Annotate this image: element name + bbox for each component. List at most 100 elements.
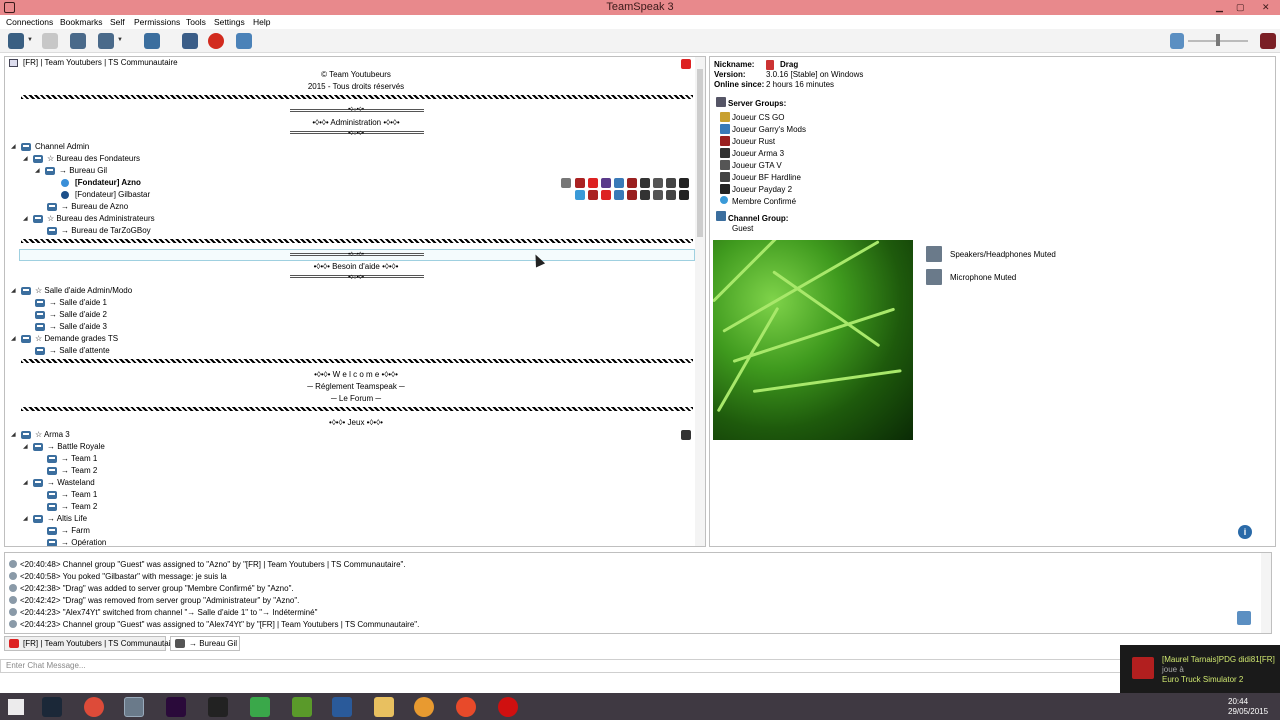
contacts-icon[interactable]: [182, 33, 198, 49]
channel-icon: [21, 143, 31, 151]
spacer-forum[interactable]: ─ Le Forum ─: [5, 393, 705, 405]
expand-icon[interactable]: ◢: [23, 477, 28, 489]
translate-icon[interactable]: [1237, 611, 1251, 625]
video-editor-icon[interactable]: [208, 697, 228, 717]
microphone-muted-icon: [926, 269, 942, 285]
banner-ornament: •◊○•◊•: [348, 131, 364, 137]
banner-ornament: •◊○•◊•: [348, 107, 364, 113]
nickname-value: Drag: [780, 60, 799, 69]
channel-icon: [21, 335, 31, 343]
group-badge-icon: [653, 190, 663, 200]
server-group: Membre Confirmé: [732, 197, 797, 206]
title-bar: TeamSpeak 3 ▁ ▢ ✕: [0, 0, 1280, 15]
mute-speakers-icon[interactable]: [98, 33, 114, 49]
minimize-icon[interactable]: ▁: [1216, 2, 1223, 13]
bookmark-icon[interactable]: [208, 33, 224, 49]
spacer-jeux[interactable]: •◊•◊• Jeux •◊•◊•: [5, 417, 705, 429]
info-icon: [9, 608, 17, 616]
expand-icon[interactable]: ◢: [11, 285, 16, 297]
teamspeak-taskbar-icon[interactable]: [124, 697, 144, 717]
group-badge-icon: [640, 178, 650, 188]
server-group: Joueur Arma 3: [732, 149, 785, 158]
menu-connections[interactable]: Connections: [6, 17, 53, 27]
add-bookmark-icon[interactable]: [236, 33, 252, 49]
expand-icon[interactable]: ◢: [23, 153, 28, 165]
group-badge-icon: [614, 190, 624, 200]
camtasia-icon[interactable]: [250, 697, 270, 717]
channel-label: → Team 1: [61, 454, 98, 463]
fern-leaf: [716, 306, 780, 413]
expand-icon[interactable]: ◢: [35, 165, 40, 177]
fern-leaf: [772, 270, 881, 348]
scrollbar-thumb[interactable]: [697, 69, 703, 237]
chrome-icon[interactable]: [84, 697, 104, 717]
expand-icon[interactable]: ◢: [11, 141, 16, 153]
spacer-welcome[interactable]: •◊•◊• W e l c o m e •◊•◊•: [5, 369, 705, 381]
client-info-panel: Nickname: Drag Version: 3.0.16 [Stable] …: [709, 56, 1276, 547]
media-player-icon[interactable]: [414, 697, 434, 717]
client-avatar: [713, 240, 913, 440]
channel-label: Channel Admin: [35, 142, 90, 151]
tree-scrollbar[interactable]: [695, 57, 705, 546]
spacer-reglement[interactable]: ─ Réglement Teamspeak ─: [5, 381, 705, 393]
expand-icon[interactable]: ◢: [11, 429, 16, 441]
nvidia-icon[interactable]: [292, 697, 312, 717]
separator: [21, 359, 693, 363]
menu-help[interactable]: Help: [253, 17, 270, 27]
channel-label: → Salle d'aide 3: [49, 322, 108, 331]
channel-label: → Salle d'aide 1: [49, 298, 108, 307]
notepad-icon[interactable]: [332, 697, 352, 717]
verified-icon: [720, 196, 728, 204]
expand-icon[interactable]: ◢: [23, 441, 28, 453]
disconnect-icon[interactable]: [42, 33, 58, 49]
log-time: <20:42:38>: [20, 584, 61, 593]
server-groups-label: Server Groups:: [728, 99, 787, 108]
server-group: Joueur Garry's Mods: [732, 125, 806, 134]
group-badge-icon: [614, 178, 624, 188]
channel-label: → Battle Royale: [47, 442, 105, 451]
expand-icon[interactable]: ◢: [11, 333, 16, 345]
chevron-down-icon[interactable]: ▼: [27, 37, 33, 43]
server-group: Joueur Payday 2: [732, 185, 793, 194]
menu-tools[interactable]: Tools: [186, 17, 206, 27]
expand-icon[interactable]: ◢: [23, 513, 28, 525]
separator: [21, 95, 693, 99]
menu-permissions[interactable]: Permissions: [134, 17, 180, 27]
steam-icon[interactable]: [42, 697, 62, 717]
menu-self[interactable]: Self: [110, 17, 125, 27]
recorder-icon[interactable]: [498, 697, 518, 717]
chat-input[interactable]: Enter Chat Message...: [0, 659, 1122, 673]
mute-microphone-icon[interactable]: [70, 33, 86, 49]
premiere-icon[interactable]: [166, 697, 186, 717]
menu-bar: Connections Bookmarks Self Permissions T…: [0, 15, 1280, 29]
channel-group-label: Channel Group:: [728, 214, 789, 223]
start-icon[interactable]: [8, 699, 24, 715]
window-title: TeamSpeak 3: [606, 1, 674, 13]
expand-icon[interactable]: ◢: [23, 213, 28, 225]
info-icon[interactable]: i: [1238, 525, 1252, 539]
menu-settings[interactable]: Settings: [214, 17, 245, 27]
maximize-icon[interactable]: ▢: [1236, 2, 1245, 13]
game-notification[interactable]: [Maurel Tarnais]PDG didi81[FR] joue à Eu…: [1120, 645, 1280, 693]
channel-icon: [33, 479, 43, 487]
channel-icon: [47, 527, 57, 535]
tab-channel[interactable]: → Bureau Gil: [170, 636, 240, 651]
log-text: Channel group "Guest" was assigned to "A…: [62, 620, 420, 629]
channel-label: → Team 2: [61, 502, 98, 511]
menu-bookmarks[interactable]: Bookmarks: [60, 17, 103, 27]
close-icon[interactable]: ✕: [1262, 2, 1270, 13]
log-scrollbar[interactable]: [1261, 553, 1271, 633]
volume-slider-handle[interactable]: [1216, 34, 1220, 46]
chevron-down-icon[interactable]: ▼: [117, 37, 123, 43]
group-badge-icon: [640, 190, 650, 200]
connect-icon[interactable]: [8, 33, 24, 49]
channel-tab-icon: [175, 639, 185, 648]
log-entry: <20:44:23> Channel group "Guest" was ass…: [9, 619, 419, 631]
folder-icon[interactable]: [374, 697, 394, 717]
away-icon[interactable]: [144, 33, 160, 49]
tab-server[interactable]: [FR] | Team Youtubers | TS Communautaire: [4, 636, 178, 651]
fern-leaf: [752, 369, 902, 393]
origin-icon[interactable]: [456, 697, 476, 717]
volume-icon[interactable]: [1170, 33, 1184, 49]
server-group: Joueur GTA V: [732, 161, 782, 170]
